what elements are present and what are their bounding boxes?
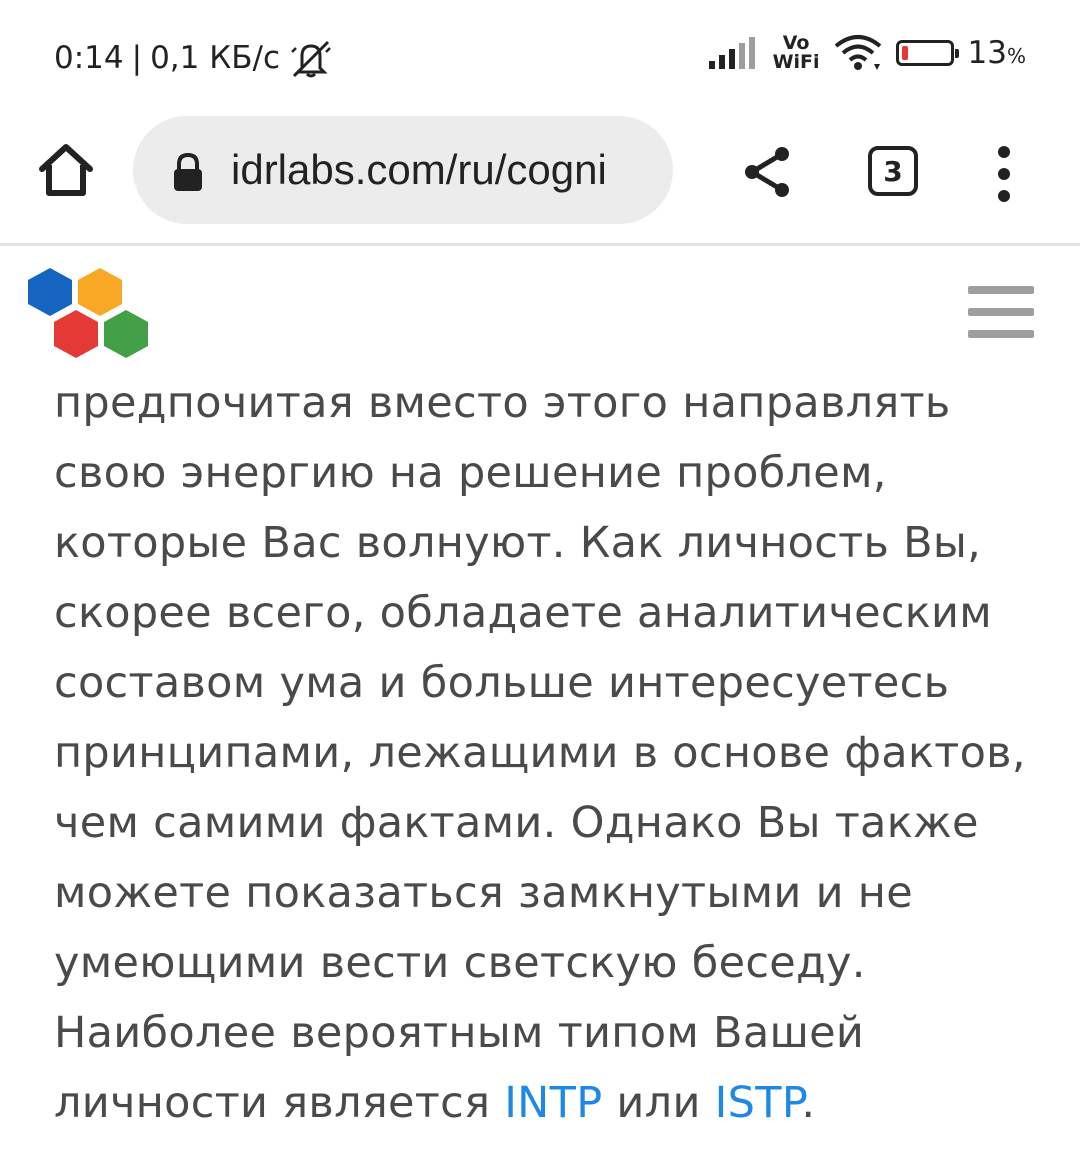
- logo-hex-yellow: [78, 268, 122, 316]
- last-line-suffix: .: [801, 1078, 816, 1128]
- idrlabs-logo[interactable]: [26, 266, 152, 362]
- site-header: [0, 246, 1080, 370]
- home-icon: [39, 144, 93, 196]
- share-icon[interactable]: [738, 142, 798, 202]
- status-right: Vo WiFi 13%: [707, 34, 1026, 72]
- hamburger-icon[interactable]: [968, 286, 1034, 342]
- battery-percent: 13%: [968, 35, 1026, 71]
- intp-link[interactable]: INTP: [504, 1078, 602, 1128]
- article-line: Наиболее вероятным типом Вашей: [54, 1008, 865, 1058]
- logo-hex-red: [54, 310, 98, 358]
- battery-cap: [954, 49, 959, 58]
- status-left: 0:14 | 0,1 КБ/с: [54, 38, 334, 78]
- more-vert-icon[interactable]: [990, 146, 1018, 202]
- article-line: умеющими вести светскую беседу.: [54, 938, 866, 988]
- url-text[interactable]: idrlabs.com/ru/cogni: [231, 146, 651, 194]
- article-line: которые Вас волнуют. Как личность Вы,: [54, 518, 982, 568]
- article-line: чем самими фактами. Однако Вы также: [54, 798, 979, 848]
- lock-icon: [174, 152, 202, 191]
- article-line: скорее всего, обладаете аналитическим: [54, 588, 993, 638]
- mute-icon: [291, 40, 331, 78]
- hamburger-bar: [968, 286, 1034, 294]
- connector-text: или: [602, 1078, 715, 1128]
- address-bar[interactable]: idrlabs.com/ru/cogni: [133, 116, 673, 224]
- article-line: составом ума и больше интересуетесь: [54, 658, 950, 708]
- tabs-button[interactable]: 3: [868, 146, 918, 196]
- vowifi-indicator: Vo WiFi: [773, 34, 820, 72]
- tab-count: 3: [883, 154, 903, 188]
- browser-toolbar: idrlabs.com/ru/cogni 3: [0, 110, 1080, 246]
- logo-hex-blue: [28, 268, 72, 316]
- battery-percent-sign: %: [1006, 44, 1026, 68]
- article-line-last: личности является INTP или ISTP.: [54, 1068, 1044, 1138]
- article-line: принципами, лежащими в основе фактов,: [54, 728, 1026, 778]
- hamburger-bar: [968, 308, 1034, 316]
- logo-hex-green: [104, 310, 148, 358]
- status-speed: 0,1 КБ/с: [150, 40, 280, 76]
- article-line: предпочитая вместо этого направлять: [54, 378, 951, 428]
- article-line: можете показаться замкнутыми и не: [54, 868, 913, 918]
- battery-percent-value: 13: [967, 35, 1007, 71]
- vowifi-bottom: WiFi: [772, 51, 820, 73]
- article-text: предпочитая вместо этого направлять свою…: [54, 368, 1044, 1138]
- signal-icon: [708, 37, 755, 69]
- article-line: свою энергию на решение проблем,: [54, 448, 887, 498]
- status-time: 0:14: [54, 40, 124, 76]
- istp-link[interactable]: ISTP: [715, 1078, 802, 1128]
- status-bar: 0:14 | 0,1 КБ/с Vo WiFi 13%: [0, 0, 1080, 110]
- last-line-prefix: личности является: [54, 1078, 505, 1128]
- battery-fill: [901, 46, 909, 60]
- battery-icon: [895, 40, 959, 66]
- hamburger-bar: [968, 330, 1034, 338]
- status-separator: |: [131, 40, 143, 76]
- wifi-icon: [834, 35, 881, 70]
- home-button[interactable]: [34, 138, 98, 202]
